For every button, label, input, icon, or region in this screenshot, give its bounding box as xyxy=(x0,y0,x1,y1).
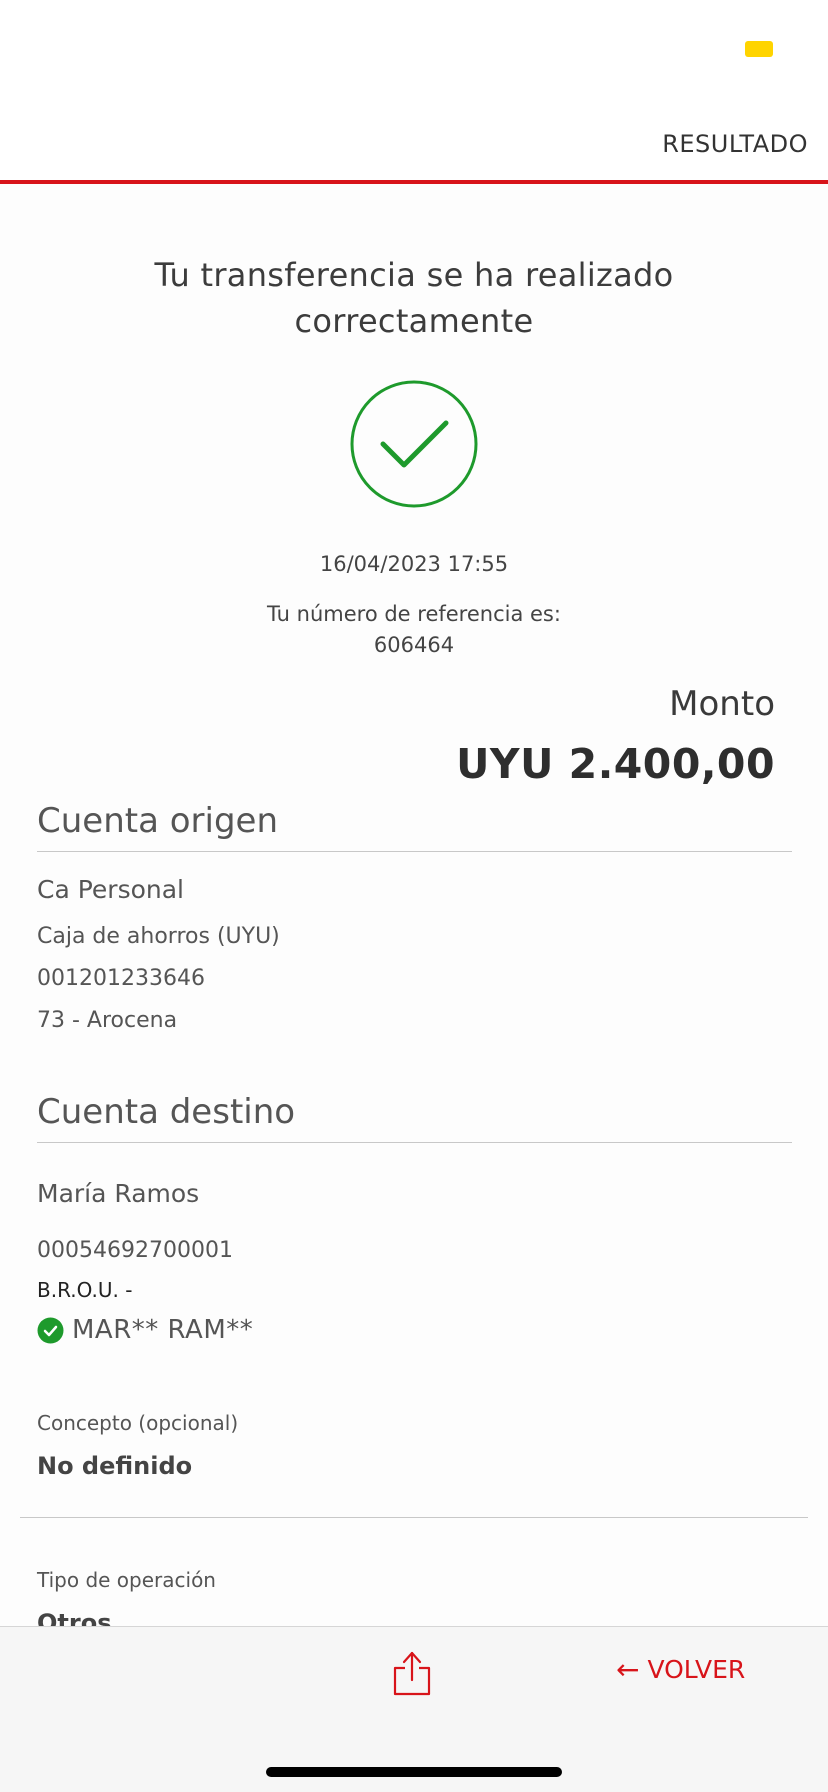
concept-value: No definido xyxy=(37,1452,193,1480)
arrow-left-icon: ← xyxy=(616,1652,640,1686)
origin-account-number: 001201233646 xyxy=(37,966,205,991)
origin-account-name: Ca Personal xyxy=(37,875,184,904)
origin-divider xyxy=(37,851,792,852)
amount-label: Monto xyxy=(669,684,775,724)
destination-account-number: 00054692700001 xyxy=(37,1238,233,1263)
operation-type-value: Otros xyxy=(37,1609,112,1626)
screen: RESULTADO Tu transferencia se ha realiza… xyxy=(0,0,828,1792)
destination-section-title: Cuenta destino xyxy=(37,1092,296,1132)
verified-name: MAR** RAM** xyxy=(72,1315,254,1345)
origin-account-type: Caja de ahorros (UYU) xyxy=(37,924,280,949)
header: RESULTADO xyxy=(0,100,828,184)
result-content[interactable]: Tu transferencia se ha realizado correct… xyxy=(0,184,828,1626)
concept-label: Concepto (opcional) xyxy=(37,1411,239,1435)
status-bar xyxy=(0,0,828,100)
share-icon xyxy=(393,1651,431,1696)
reference-label: Tu número de referencia es: xyxy=(267,602,561,626)
verified-check-icon xyxy=(37,1317,64,1343)
bottom-action-bar: ← VOLVER xyxy=(0,1626,828,1792)
verified-recipient: MAR** RAM** xyxy=(37,1315,253,1345)
destination-account-name: María Ramos xyxy=(37,1179,200,1208)
origin-branch: 73 - Arocena xyxy=(37,1008,178,1033)
back-button-label: VOLVER xyxy=(647,1655,746,1684)
operation-type-label: Tipo de operación xyxy=(37,1568,216,1592)
destination-bank: B.R.O.U. - xyxy=(37,1278,133,1302)
concept-divider xyxy=(20,1517,808,1518)
destination-divider xyxy=(37,1142,792,1143)
success-message: Tu transferencia se ha realizado correct… xyxy=(154,256,674,340)
transfer-datetime: 16/04/2023 17:55 xyxy=(319,552,509,576)
origin-section-title: Cuenta origen xyxy=(37,801,279,841)
success-check-icon xyxy=(350,380,478,508)
share-button[interactable] xyxy=(390,1648,434,1698)
back-button[interactable]: ← VOLVER xyxy=(616,1655,745,1684)
reference-number: 606464 xyxy=(373,633,455,657)
amount-value: UYU 2.400,00 xyxy=(456,740,775,788)
home-indicator xyxy=(266,1767,562,1777)
page-title: RESULTADO xyxy=(662,130,808,158)
battery-icon xyxy=(745,41,773,57)
